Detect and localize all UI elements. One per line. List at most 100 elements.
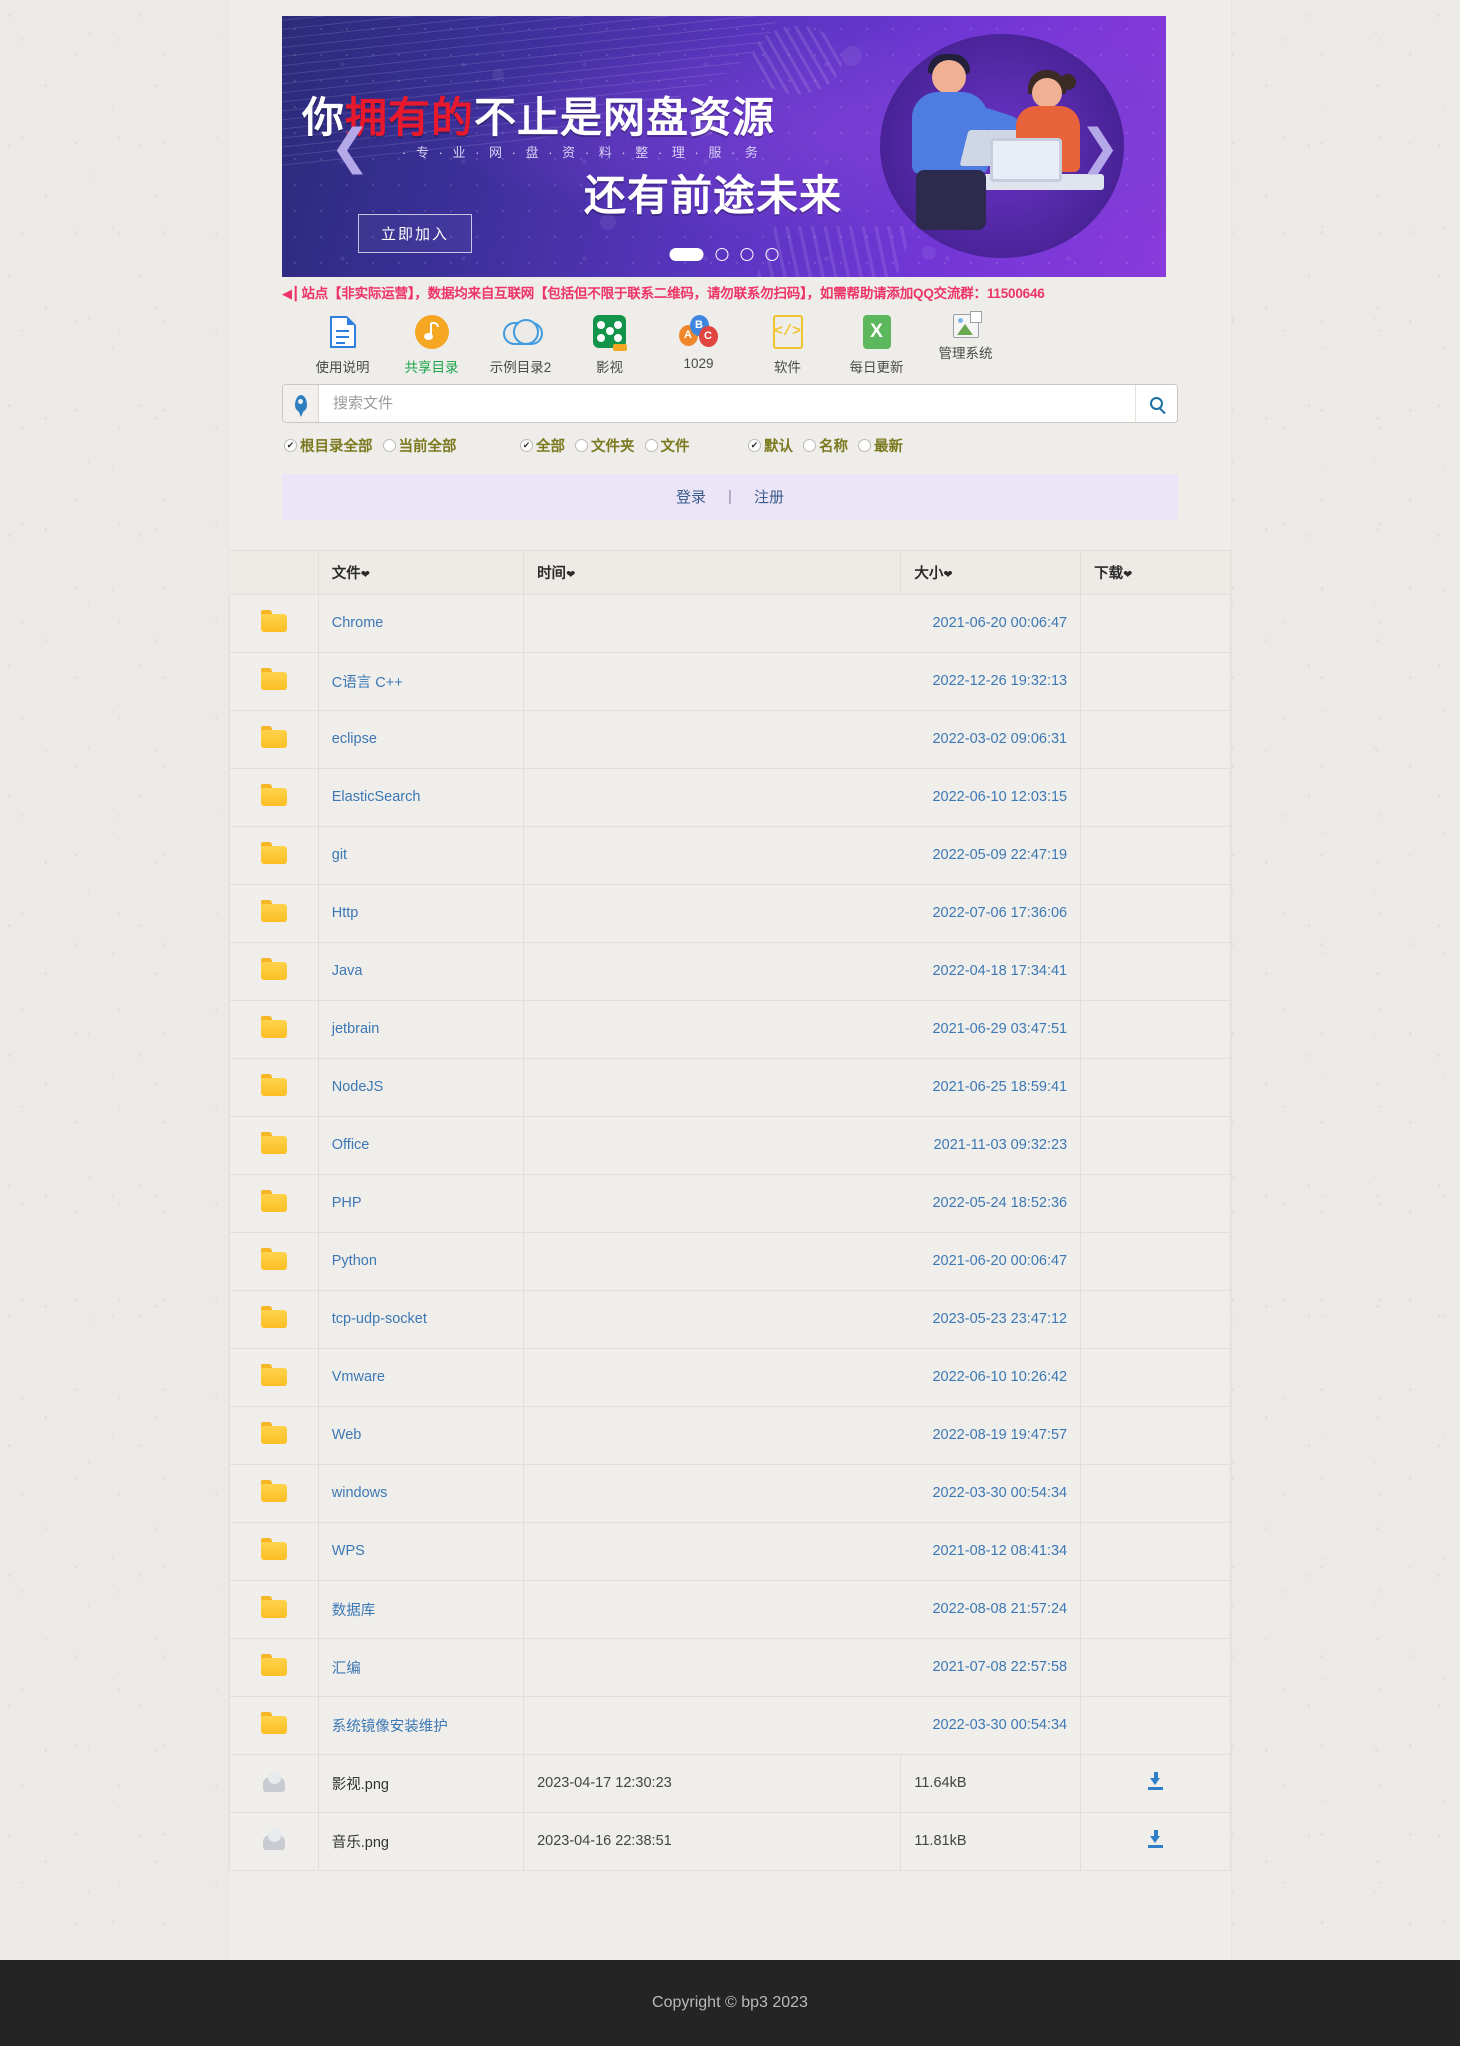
- filter-option-name[interactable]: 名称: [803, 435, 848, 456]
- shortcut-1029[interactable]: ABC 1029: [654, 312, 743, 371]
- carousel-indicators[interactable]: [670, 248, 779, 261]
- table-row[interactable]: Chrome2021-06-20 00:06:47: [230, 594, 1231, 652]
- column-header-file[interactable]: 文件❤: [318, 550, 523, 594]
- column-header-size[interactable]: 大小❤: [901, 550, 1081, 594]
- table-row[interactable]: 影视.png2023-04-17 12:30:2311.64kB: [230, 1754, 1231, 1812]
- carousel-prev-arrow-icon[interactable]: ❮: [330, 123, 370, 171]
- sort-caret-icon[interactable]: ❤: [566, 569, 575, 581]
- filter-option-current-all[interactable]: 当前全部: [383, 435, 457, 456]
- file-link[interactable]: eclipse: [332, 731, 377, 747]
- filter-option-all[interactable]: 全部: [520, 435, 565, 456]
- banner-join-button[interactable]: 立即加入: [358, 214, 472, 253]
- row-name-cell: Chrome: [318, 594, 523, 652]
- filter-option-newest[interactable]: 最新: [858, 435, 903, 456]
- carousel-dot[interactable]: [716, 248, 729, 261]
- search-icon[interactable]: [1135, 385, 1177, 422]
- table-row[interactable]: 音乐.png2023-04-16 22:38:5111.81kB: [230, 1812, 1231, 1870]
- table-row[interactable]: eclipse2022-03-02 09:06:31: [230, 710, 1231, 768]
- carousel-next-arrow-icon[interactable]: ❯: [1080, 123, 1120, 171]
- carousel-dot-active[interactable]: [670, 248, 704, 261]
- shortcut-management-system[interactable]: 管理系统: [921, 312, 1010, 362]
- row-name-cell: Office: [318, 1116, 523, 1174]
- table-row[interactable]: 数据库2022-08-08 21:57:24: [230, 1580, 1231, 1638]
- file-link[interactable]: Python: [332, 1253, 377, 1269]
- table-row[interactable]: Web2022-08-19 19:47:57: [230, 1406, 1231, 1464]
- carousel-dot[interactable]: [766, 248, 779, 261]
- table-row[interactable]: ElasticSearch2022-06-10 12:03:15: [230, 768, 1231, 826]
- row-download-cell[interactable]: [1081, 1812, 1231, 1870]
- file-link[interactable]: Office: [332, 1137, 370, 1153]
- folder-icon: [261, 1190, 287, 1212]
- radio-icon[interactable]: [803, 439, 816, 452]
- promo-banner-carousel[interactable]: 你拥有的不止是网盘资源 · 专 · 业 · 网 · 盘 · 资 · 料 · 整 …: [282, 16, 1166, 277]
- table-row[interactable]: C语言 C++2022-12-26 19:32:13: [230, 652, 1231, 710]
- shortcut-daily-update[interactable]: X 每日更新: [832, 312, 921, 376]
- table-row[interactable]: jetbrain2021-06-29 03:47:51: [230, 1000, 1231, 1058]
- file-link[interactable]: 音乐.png: [332, 1835, 389, 1851]
- shortcut-shared-directory[interactable]: 共享目录: [387, 312, 476, 376]
- radio-checked-icon[interactable]: [284, 439, 297, 452]
- file-link[interactable]: ElasticSearch: [332, 789, 421, 805]
- table-row[interactable]: 汇编2021-07-08 22:57:58: [230, 1638, 1231, 1696]
- table-row[interactable]: NodeJS2021-06-25 18:59:41: [230, 1058, 1231, 1116]
- shortcut-usage-guide[interactable]: 使用说明: [298, 312, 387, 376]
- table-row[interactable]: git2022-05-09 22:47:19: [230, 826, 1231, 884]
- radio-icon[interactable]: [858, 439, 871, 452]
- radio-icon[interactable]: [645, 439, 658, 452]
- filter-option-files[interactable]: 文件: [645, 435, 690, 456]
- search-bar[interactable]: [282, 384, 1178, 423]
- file-link[interactable]: Web: [332, 1427, 362, 1443]
- file-link[interactable]: windows: [332, 1485, 388, 1501]
- shortcut-sample-directory-2[interactable]: 示例目录2: [476, 312, 565, 376]
- file-link[interactable]: Chrome: [332, 615, 384, 631]
- file-link[interactable]: PHP: [332, 1195, 362, 1211]
- row-download-cell[interactable]: [1081, 1754, 1231, 1812]
- file-link[interactable]: 影视.png: [332, 1777, 389, 1793]
- file-link[interactable]: 系统镜像安装维护: [332, 1719, 448, 1735]
- file-link[interactable]: jetbrain: [332, 1021, 380, 1037]
- table-row[interactable]: Java2022-04-18 17:34:41: [230, 942, 1231, 1000]
- table-row[interactable]: 系统镜像安装维护2022-03-30 00:54:34: [230, 1696, 1231, 1754]
- filter-option-root-all[interactable]: 根目录全部: [284, 435, 373, 456]
- register-link[interactable]: 注册: [754, 486, 784, 507]
- login-link[interactable]: 登录: [676, 486, 706, 507]
- table-row[interactable]: tcp-udp-socket2023-05-23 23:47:12: [230, 1290, 1231, 1348]
- filter-option-default[interactable]: 默认: [748, 435, 793, 456]
- radio-icon[interactable]: [383, 439, 396, 452]
- sort-caret-icon[interactable]: ❤: [943, 569, 952, 581]
- search-input[interactable]: [319, 385, 1135, 422]
- file-link[interactable]: C语言 C++: [332, 675, 403, 691]
- file-link[interactable]: NodeJS: [332, 1079, 384, 1095]
- column-header-download[interactable]: 下载❤: [1081, 550, 1231, 594]
- table-row[interactable]: WPS2021-08-12 08:41:34: [230, 1522, 1231, 1580]
- table-row[interactable]: Vmware2022-06-10 10:26:42: [230, 1348, 1231, 1406]
- sort-caret-icon[interactable]: ❤: [361, 569, 370, 581]
- shortcut-software[interactable]: </> 软件: [743, 312, 832, 376]
- file-link[interactable]: tcp-udp-socket: [332, 1311, 427, 1327]
- file-link[interactable]: Vmware: [332, 1369, 385, 1385]
- radio-checked-icon[interactable]: [520, 439, 533, 452]
- sort-caret-icon[interactable]: ❤: [1123, 569, 1132, 581]
- table-row[interactable]: Http2022-07-06 17:36:06: [230, 884, 1231, 942]
- folder-icon: [261, 1132, 287, 1154]
- filter-option-folders[interactable]: 文件夹: [575, 435, 635, 456]
- file-link[interactable]: 数据库: [332, 1603, 376, 1619]
- carousel-dot[interactable]: [741, 248, 754, 261]
- column-header-time[interactable]: 时间❤: [524, 550, 901, 594]
- radio-icon[interactable]: [575, 439, 588, 452]
- shortcut-video[interactable]: 影视: [565, 312, 654, 376]
- file-link[interactable]: 汇编: [332, 1661, 361, 1677]
- filter-option-label: 文件夹: [591, 435, 635, 456]
- file-link[interactable]: git: [332, 847, 347, 863]
- table-row[interactable]: Python2021-06-20 00:06:47: [230, 1232, 1231, 1290]
- file-link[interactable]: Http: [332, 905, 359, 921]
- file-link[interactable]: WPS: [332, 1543, 365, 1559]
- radio-checked-icon[interactable]: [748, 439, 761, 452]
- table-row[interactable]: PHP2022-05-24 18:52:36: [230, 1174, 1231, 1232]
- table-row[interactable]: windows2022-03-30 00:54:34: [230, 1464, 1231, 1522]
- file-link[interactable]: Java: [332, 963, 363, 979]
- download-icon[interactable]: [1147, 1830, 1164, 1848]
- download-icon[interactable]: [1147, 1772, 1164, 1790]
- illustration-monitor: [990, 138, 1062, 182]
- table-row[interactable]: Office2021-11-03 09:32:23: [230, 1116, 1231, 1174]
